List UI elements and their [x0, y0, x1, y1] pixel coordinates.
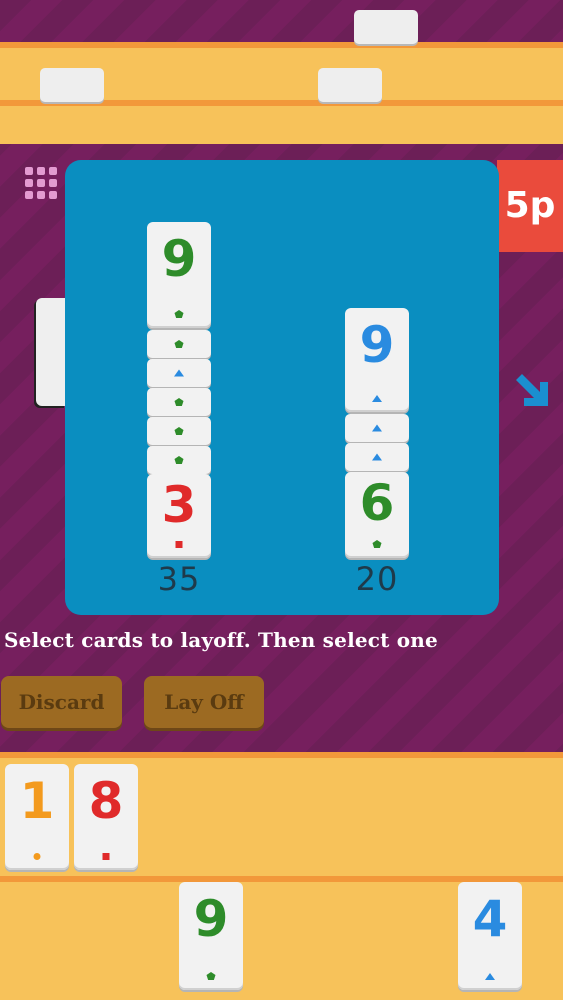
triangle-icon [372, 453, 382, 461]
hand-tile[interactable]: 1 [5, 764, 69, 870]
arrow-down-right-icon [516, 374, 548, 406]
tile-value: 6 [359, 474, 395, 532]
tile-value: 3 [161, 476, 197, 534]
meld-2-strip [345, 414, 409, 442]
pentagon-icon [174, 398, 184, 406]
hand-tile[interactable]: 9 [179, 882, 243, 990]
tile-value: 1 [19, 772, 55, 830]
triangle-icon [372, 395, 382, 402]
meld-2-score: 20 [355, 560, 399, 598]
square-icon [175, 541, 183, 548]
meld-1-strip [147, 388, 211, 416]
meld-1-strip [147, 446, 211, 474]
score-badge: 5p [497, 160, 563, 252]
hand-tile[interactable]: 8 [74, 764, 138, 870]
meld-1-strip [147, 417, 211, 445]
opponent-tile [354, 10, 418, 44]
tile-value: 4 [472, 890, 508, 948]
layoff-panel: 9 3 35 9 6 20 [65, 160, 499, 615]
square-icon [102, 853, 110, 860]
meld-1-strip [147, 330, 211, 358]
opponent-rack-bottom [0, 100, 563, 144]
pentagon-icon [174, 310, 184, 318]
tile-value: 9 [193, 890, 229, 948]
tile-value: 9 [359, 316, 395, 374]
triangle-icon [174, 369, 184, 377]
meld-2-strip [345, 443, 409, 471]
draw-pile-tile[interactable] [36, 298, 66, 406]
meld-1-top-tile[interactable]: 9 [147, 222, 211, 328]
pentagon-icon [206, 972, 216, 980]
discard-button[interactable]: Discard [1, 676, 122, 728]
tile-value: 9 [161, 230, 197, 288]
opponent-tile [318, 68, 382, 102]
lay-off-button[interactable]: Lay Off [144, 676, 264, 728]
pentagon-icon [372, 540, 382, 548]
meld-2-bottom-tile[interactable]: 6 [345, 472, 409, 558]
pentagon-icon [174, 427, 184, 435]
meld-2-top-tile[interactable]: 9 [345, 308, 409, 412]
meld-1-bottom-tile[interactable]: 3 [147, 474, 211, 558]
dot-icon [33, 853, 41, 860]
grid-menu-icon[interactable] [25, 167, 61, 203]
instruction-text: Select cards to layoff. Then select one [4, 628, 438, 652]
opponent-tile [40, 68, 104, 102]
pentagon-icon [174, 340, 184, 348]
triangle-icon [372, 424, 382, 432]
meld-1-score: 35 [157, 560, 201, 598]
hand-tile[interactable]: 4 [458, 882, 522, 990]
meld-1-strip [147, 359, 211, 387]
triangle-icon [485, 973, 495, 980]
tile-value: 8 [88, 772, 124, 830]
pentagon-icon [174, 456, 184, 464]
